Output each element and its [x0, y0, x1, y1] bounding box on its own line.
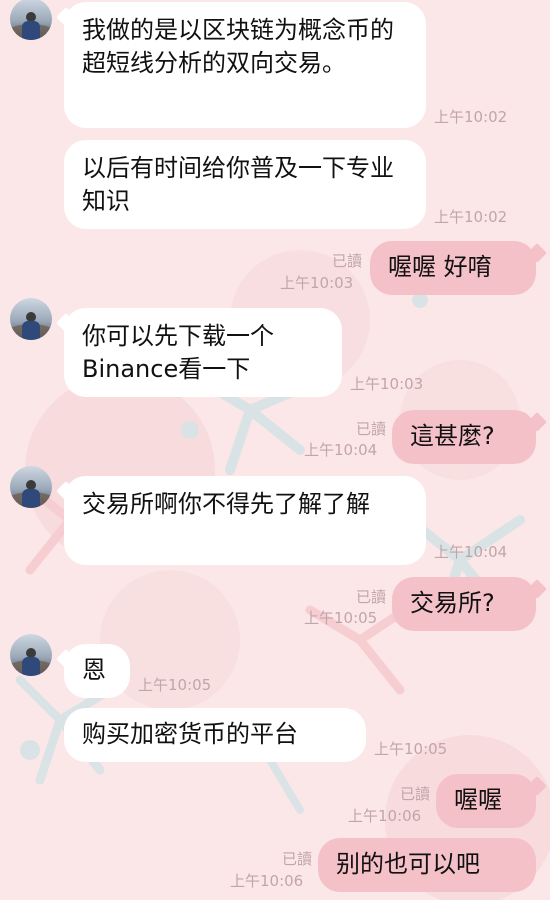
message-bubble-outgoing[interactable]: 交易所? — [392, 577, 536, 631]
message-bubble-incoming[interactable]: 你可以先下载一个Binance看一下 — [64, 308, 342, 397]
message-bubble-incoming[interactable]: 购买加密货币的平台 — [64, 708, 366, 762]
contact-avatar[interactable] — [10, 298, 52, 340]
read-receipt: 已讀 — [281, 850, 312, 868]
message-timestamp: 上午10:05 — [304, 609, 378, 627]
message-timestamp: 上午10:06 — [230, 872, 304, 890]
message-timestamp: 上午10:03 — [280, 274, 354, 292]
read-receipt: 已讀 — [355, 588, 386, 606]
message-timestamp: 上午10:04 — [434, 543, 508, 561]
read-receipt: 已讀 — [355, 420, 386, 438]
message-bubble-incoming[interactable]: 交易所啊你不得先了解了解 — [64, 476, 426, 565]
read-receipt: 已讀 — [399, 785, 430, 803]
message-timestamp: 上午10:06 — [348, 807, 422, 825]
message-timestamp: 上午10:05 — [138, 676, 212, 694]
message-bubble-outgoing[interactable]: 别的也可以吧 — [318, 838, 536, 892]
contact-avatar[interactable] — [10, 0, 52, 40]
message-bubble-outgoing[interactable]: 喔喔 — [436, 774, 536, 828]
contact-avatar[interactable] — [10, 466, 52, 508]
message-bubble-outgoing[interactable]: 喔喔 好唷 — [370, 241, 536, 295]
contact-avatar[interactable] — [10, 634, 52, 676]
message-timestamp: 上午10:05 — [374, 740, 448, 758]
message-timestamp: 上午10:04 — [304, 441, 378, 459]
message-timestamp: 上午10:03 — [350, 375, 424, 393]
read-receipt: 已讀 — [331, 252, 362, 270]
message-bubble-outgoing[interactable]: 這甚麼? — [392, 410, 536, 464]
message-bubble-incoming[interactable]: 我做的是以区块链为概念币的超短线分析的双向交易。 — [64, 2, 426, 128]
message-timestamp: 上午10:02 — [434, 108, 508, 126]
message-bubble-incoming[interactable]: 恩 — [64, 644, 130, 698]
message-timestamp: 上午10:02 — [434, 208, 508, 226]
message-bubble-incoming[interactable]: 以后有时间给你普及一下专业知识 — [64, 140, 426, 229]
